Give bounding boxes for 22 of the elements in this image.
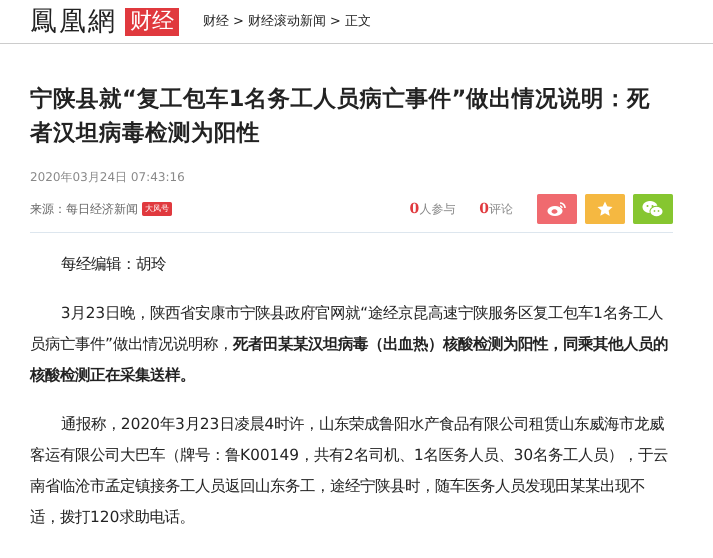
wechat-icon: [642, 201, 664, 218]
paragraph: 3月23日晚，陕西省安康市宁陕县政府官网就“途经京昆高速宁陕服务区复工包车1名务工人员病亡事件”做出情况说明称，死者田某某汉坦病毒（出血热）核酸检测为阳性，同乘其他人员的核酸检测正在采集送样。: [30, 303, 669, 386]
stat-link[interactable]: 0人参与: [410, 198, 456, 220]
share-button[interactable]: [585, 194, 625, 224]
breadcrumb-item[interactable]: 财经: [203, 12, 229, 32]
breadcrumb-item[interactable]: >: [233, 12, 244, 32]
source-tag: 大风号: [142, 202, 172, 216]
breadcrumb-item[interactable]: >: [330, 12, 341, 32]
breadcrumb-item[interactable]: 正文: [344, 12, 371, 32]
paragraph: 通报称，2020年3月23日凌晨4时许，山东荣成鲁阳水产食品有限公司租赁山东威海市龙威客运有限公司大巴车（牌号：鲁K00149，共有2名司机、1名医务人员、30名务工人员），于云南省临沧市孟定镇接务工人员返回山东务工，途经宁陕县时，随车医务人员发现田某某出现不适，拨打120求助电话。: [30, 414, 670, 528]
channel-logo[interactable]: 财经: [125, 8, 179, 36]
share-button[interactable]: [537, 194, 577, 224]
stat-link[interactable]: 0评论: [479, 198, 513, 220]
paragraph: 每经编辑：胡玲: [60, 254, 167, 275]
site-logo[interactable]: 鳳凰網: [30, 8, 117, 35]
share-button[interactable]: [633, 194, 673, 224]
weibo-icon: [548, 202, 566, 216]
publish-date: 2020年03月24日 07:43:16: [30, 169, 185, 186]
breadcrumb-item[interactable]: 财经滚动新闻: [248, 12, 326, 32]
star-icon: [598, 202, 612, 216]
article-title: 宁陕县就“复工包车1名务工人员病亡事件”做出情况说明：死者汉坦病毒检测为阳性: [30, 85, 652, 148]
source-text: 来源：每日经济新闻: [30, 201, 138, 218]
